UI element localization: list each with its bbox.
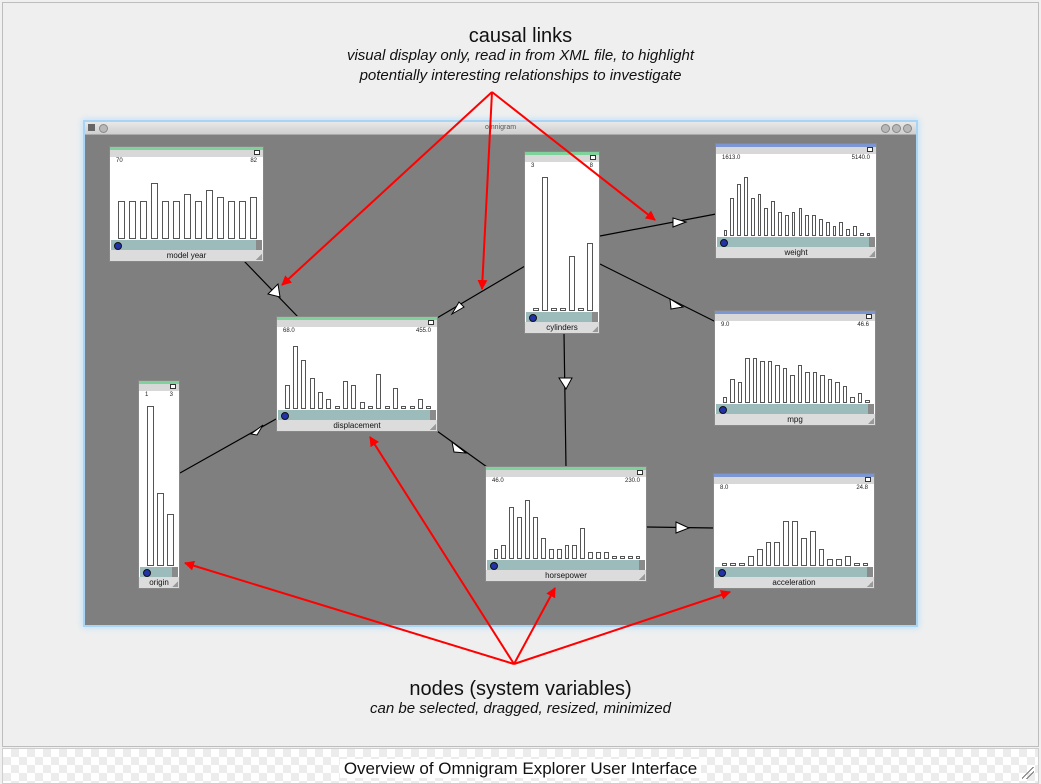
arrow-to-cylinders-displacement-link bbox=[477, 91, 493, 290]
arrow-to-modelyear-link bbox=[281, 91, 493, 286]
arrow-to-displacement-node bbox=[369, 436, 515, 665]
arrow-to-cylinders-weight-link bbox=[491, 91, 656, 221]
figure-caption: Overview of Omnigram Explorer User Inter… bbox=[0, 759, 1041, 779]
arrow-to-origin-node bbox=[184, 560, 515, 665]
annotation-arrows bbox=[184, 91, 731, 665]
